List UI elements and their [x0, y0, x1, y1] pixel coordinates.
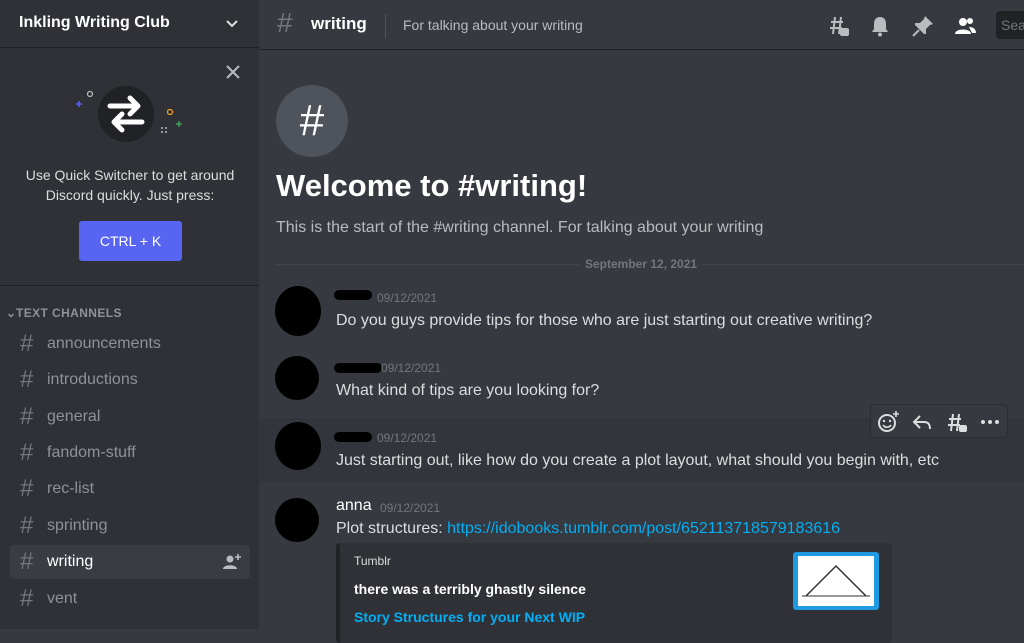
chevron-down-icon	[226, 20, 238, 28]
chevron-down-icon: ⌄	[6, 306, 17, 320]
channel-vent[interactable]: # vent	[10, 582, 250, 616]
quick-switcher-shortcut-button[interactable]: CTRL + K	[79, 221, 182, 261]
more-options-icon[interactable]	[979, 411, 1001, 433]
category-label: TEXT CHANNELS	[16, 306, 122, 320]
channel-header: # writing For talking about your writing…	[259, 0, 1024, 50]
search-input[interactable]: Search	[996, 11, 1024, 39]
avatar[interactable]	[275, 422, 321, 470]
channel-topic[interactable]: For talking about your writing	[403, 17, 583, 33]
close-icon[interactable]	[223, 62, 243, 82]
message-text: Plot structures:	[336, 520, 448, 537]
hash-icon: #	[277, 7, 293, 38]
create-thread-icon[interactable]	[945, 411, 967, 433]
channel-introductions[interactable]: # introductions	[10, 363, 250, 397]
message-timestamp: 09/12/2021	[380, 501, 441, 515]
embed-thumbnail-image	[798, 556, 874, 606]
channel-label: announcements	[47, 335, 161, 352]
welcome-subtitle: This is the start of the #writing channe…	[276, 219, 764, 236]
embed-link[interactable]: Story Structures for your Next WIP	[354, 609, 585, 625]
channel-label: writing	[47, 553, 94, 570]
channel-writing[interactable]: # writing	[10, 545, 250, 579]
channel-hash-icon: #	[276, 85, 348, 157]
message-author[interactable]: anna	[336, 497, 372, 515]
date-divider-label: September 12, 2021	[579, 257, 704, 271]
channel-general[interactable]: # general	[10, 400, 250, 434]
message-content: Just starting out, like how do you creat…	[336, 452, 940, 469]
quick-switcher-arrows-icon	[76, 86, 182, 142]
redacted-username	[334, 432, 372, 442]
channel-label: rec-list	[47, 480, 95, 497]
channel-fandom-stuff[interactable]: # fandom-stuff	[10, 436, 250, 470]
members-icon[interactable]	[953, 14, 977, 38]
threads-icon[interactable]	[826, 14, 850, 38]
hash-icon: #	[20, 512, 34, 539]
message-content: Do you guys provide tips for those who a…	[336, 312, 873, 329]
header-divider	[385, 14, 386, 38]
message[interactable]: 09/12/2021 What kind of tips are you loo…	[259, 350, 1024, 412]
message-timestamp: 09/12/2021	[377, 291, 438, 305]
add-reaction-icon[interactable]	[877, 411, 899, 433]
quick-switcher-tip: Use Quick Switcher to get around Discord…	[0, 48, 259, 286]
channel-title: writing	[311, 14, 367, 33]
message-content: Plot structures: https://idobooks.tumblr…	[336, 520, 840, 538]
channel-sprinting[interactable]: # sprinting	[10, 509, 250, 543]
channel-label: sprinting	[47, 517, 108, 534]
embed-thumbnail[interactable]	[793, 552, 879, 610]
channel-label: general	[47, 408, 101, 425]
pin-icon[interactable]	[911, 14, 935, 38]
message-actions-toolbar	[870, 404, 1008, 438]
channel-announcements[interactable]: # announcements	[10, 327, 250, 361]
avatar[interactable]	[275, 498, 319, 542]
avatar[interactable]	[275, 286, 321, 336]
hash-icon: #	[20, 403, 34, 430]
embed-provider[interactable]: Tumblr	[354, 554, 391, 568]
hash-icon: #	[20, 585, 34, 612]
chat-area: # Welcome to #writing! This is the start…	[259, 50, 1024, 643]
embed-title[interactable]: there was a terribly ghastly silence	[354, 581, 586, 597]
reply-icon[interactable]	[911, 411, 933, 433]
hash-icon: #	[20, 548, 34, 575]
link-embed: Tumblr there was a terribly ghastly sile…	[336, 543, 892, 643]
channel-label: introductions	[47, 371, 138, 388]
category-text-channels[interactable]: ⌄TEXT CHANNELS	[6, 306, 122, 320]
redacted-username	[334, 363, 382, 373]
hash-icon: #	[20, 439, 34, 466]
channel-label: vent	[47, 590, 78, 607]
avatar[interactable]	[275, 356, 319, 400]
message-link[interactable]: https://idobooks.tumblr.com/post/6521137…	[447, 520, 840, 537]
message-content: What kind of tips are you looking for?	[336, 382, 600, 399]
channel-label: fandom-stuff	[47, 444, 136, 461]
channel-sidebar: Inkling Writing Club Use Quick Switcher …	[0, 0, 259, 629]
message-timestamp: 09/12/2021	[377, 431, 438, 445]
hash-icon: #	[20, 366, 34, 393]
add-member-icon[interactable]	[223, 554, 241, 570]
welcome-title: Welcome to #writing!	[276, 168, 588, 203]
bell-icon[interactable]	[868, 14, 892, 38]
hash-icon: #	[20, 330, 34, 357]
channel-rec-list[interactable]: # rec-list	[10, 472, 250, 506]
hash-icon: #	[20, 475, 34, 502]
quick-switcher-text: Use Quick Switcher to get around Discord…	[25, 167, 235, 203]
server-header[interactable]: Inkling Writing Club	[0, 0, 259, 48]
redacted-username	[334, 290, 372, 300]
server-name: Inkling Writing Club	[19, 14, 170, 31]
message-timestamp: 09/12/2021	[381, 361, 442, 375]
diagram-thumbnail-icon	[802, 564, 870, 597]
message[interactable]: 09/12/2021 Do you guys provide tips for …	[259, 280, 1024, 342]
